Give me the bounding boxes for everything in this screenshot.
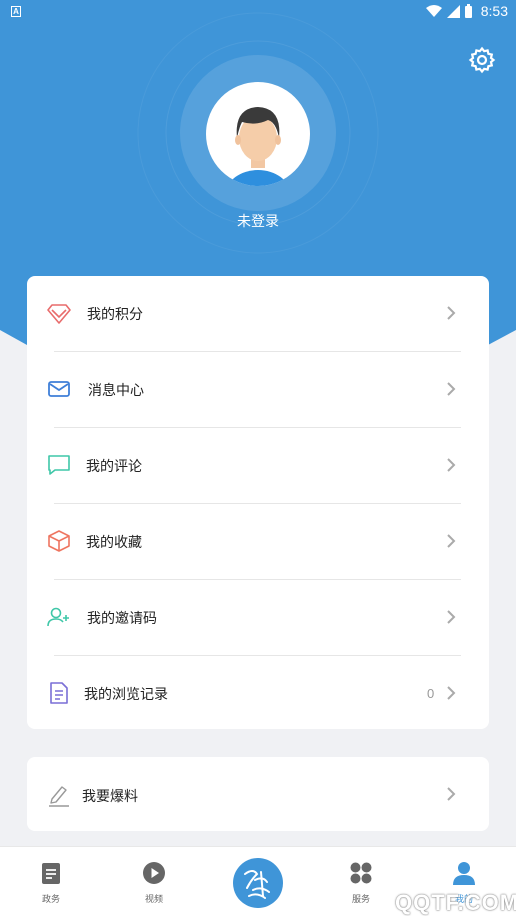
home-logo-button[interactable]: [233, 858, 283, 908]
chevron-right-icon: [447, 610, 456, 624]
default-user-avatar-icon: [227, 107, 289, 186]
chevron-right-icon: [447, 686, 456, 700]
settings-gear-icon[interactable]: [468, 46, 496, 74]
menu-item-invite-code[interactable]: 我的邀请码: [27, 580, 489, 656]
history-count: 0: [427, 686, 435, 701]
status-time: 8:53: [480, 3, 508, 19]
chevron-right-icon: [447, 787, 456, 801]
chevron-right-icon: [447, 306, 456, 320]
chevron-right-icon: [447, 534, 456, 548]
play-icon: [143, 862, 165, 884]
user-icon: [453, 862, 475, 885]
diamond-icon: [47, 304, 71, 324]
menu-item-label: 我的评论: [86, 458, 142, 474]
menu-item-label: 我的积分: [87, 306, 143, 322]
tab-label: 政务: [41, 894, 60, 904]
battery-icon: [464, 4, 472, 18]
status-bar: A 8:53: [0, 0, 516, 24]
mail-icon: [48, 381, 70, 397]
chevron-right-icon: [447, 382, 456, 396]
pencil-icon: [49, 786, 69, 807]
menu-card: 我的积分 消息中心 我的评论 我的收藏 我的邀请码 我的浏览记录 0: [27, 276, 489, 729]
login-status-text[interactable]: 未登录: [0, 211, 516, 231]
tab-services[interactable]: 服务: [321, 847, 401, 916]
menu-item-label: 我的浏览记录: [84, 686, 168, 702]
grid-icon: [350, 862, 372, 884]
add-user-icon: [47, 607, 69, 627]
menu-item-favorites[interactable]: 我的收藏: [27, 504, 489, 580]
avatar[interactable]: [206, 82, 310, 186]
tab-video[interactable]: 视频: [114, 847, 194, 916]
menu-item-label: 我的收藏: [86, 534, 142, 550]
tab-label: 视频: [144, 894, 163, 904]
menu-item-label: 消息中心: [88, 382, 144, 398]
menu-item-label: 我的邀请码: [87, 610, 157, 626]
menu-item-report[interactable]: 我要爆料: [27, 757, 489, 831]
watermark: QQTF.COM: [395, 890, 516, 915]
menu-item-messages[interactable]: 消息中心: [27, 352, 489, 428]
chevron-right-icon: [447, 458, 456, 472]
tab-label: 服务: [351, 894, 370, 904]
tab-government[interactable]: 政务: [11, 847, 91, 916]
menu-item-label: 我要爆料: [82, 788, 138, 804]
document-icon: [50, 682, 68, 704]
comment-icon: [48, 455, 70, 475]
menu-item-comments[interactable]: 我的评论: [27, 428, 489, 504]
document-list-icon: [42, 863, 60, 884]
calligraphy-logo-icon: [244, 870, 270, 899]
box-icon: [48, 530, 70, 552]
signal-icon: [446, 5, 460, 18]
report-card: 我要爆料: [27, 757, 489, 831]
menu-item-points[interactable]: 我的积分: [27, 276, 489, 352]
wifi-icon: [425, 5, 442, 17]
status-notification-badge: A: [11, 6, 21, 17]
menu-item-history[interactable]: 我的浏览记录 0: [27, 656, 489, 732]
